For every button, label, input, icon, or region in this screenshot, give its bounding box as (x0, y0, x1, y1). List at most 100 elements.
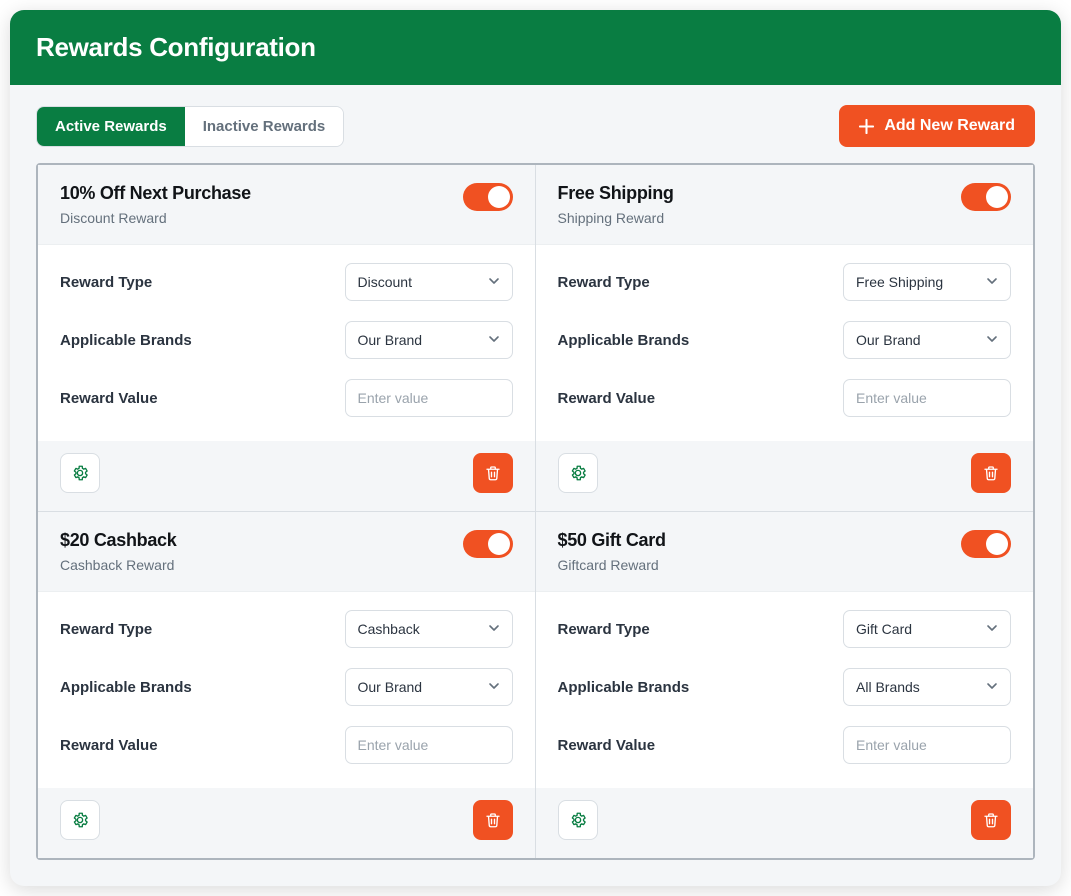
reward-delete-button[interactable] (971, 800, 1011, 840)
add-new-reward-button[interactable]: Add New Reward (839, 105, 1035, 147)
page-title: Rewards Configuration (36, 32, 1035, 63)
tab-active-rewards[interactable]: Active Rewards (37, 107, 185, 146)
reward-value-input-wrapper (843, 379, 1011, 417)
reward-value-input[interactable] (358, 390, 500, 406)
reward-title: Free Shipping (558, 183, 674, 204)
reward-delete-button[interactable] (473, 453, 513, 493)
reward-value-field: Reward Value (60, 716, 513, 774)
reward-card-header: Free Shipping Shipping Reward (536, 165, 1034, 245)
reward-value-input[interactable] (856, 390, 998, 406)
reward-type-value: Cashback (358, 621, 420, 637)
reward-type-value: Gift Card (856, 621, 912, 637)
chevron-down-icon (488, 332, 500, 348)
reward-settings-button[interactable] (558, 800, 598, 840)
reward-card: $20 Cashback Cashback Reward Reward Type… (38, 512, 536, 858)
reward-type-value: Discount (358, 274, 412, 290)
gear-icon (569, 464, 587, 482)
chevron-down-icon (488, 679, 500, 695)
reward-card-footer (38, 441, 535, 511)
reward-value-input[interactable] (856, 737, 998, 753)
reward-active-toggle[interactable] (463, 183, 513, 211)
reward-titles: Free Shipping Shipping Reward (558, 183, 674, 226)
trash-icon (982, 811, 1000, 829)
reward-type-label: Reward Type (60, 621, 152, 638)
reward-type-value: Free Shipping (856, 274, 943, 290)
reward-card-body: Reward Type Cashback Applicable Brands O… (38, 592, 535, 788)
reward-settings-button[interactable] (60, 453, 100, 493)
reward-value-input-wrapper (345, 726, 513, 764)
reward-delete-button[interactable] (971, 453, 1011, 493)
trash-icon (982, 464, 1000, 482)
reward-card-header: 10% Off Next Purchase Discount Reward (38, 165, 535, 245)
reward-card-header: $50 Gift Card Giftcard Reward (536, 512, 1034, 592)
reward-titles: $20 Cashback Cashback Reward (60, 530, 176, 573)
reward-title: 10% Off Next Purchase (60, 183, 251, 204)
applicable-brands-label: Applicable Brands (60, 332, 192, 349)
reward-card: $50 Gift Card Giftcard Reward Reward Typ… (536, 512, 1034, 858)
reward-value-input[interactable] (358, 737, 500, 753)
rewards-configuration-window: Rewards Configuration Active Rewards Ina… (10, 10, 1061, 886)
reward-title: $50 Gift Card (558, 530, 666, 551)
chevron-down-icon (986, 679, 998, 695)
gear-icon (71, 464, 89, 482)
reward-type-select[interactable]: Cashback (345, 610, 513, 648)
reward-type-field: Reward Type Gift Card (558, 600, 1012, 658)
applicable-brands-field: Applicable Brands Our Brand (60, 311, 513, 369)
reward-type-field: Reward Type Discount (60, 253, 513, 311)
chevron-down-icon (986, 332, 998, 348)
reward-active-toggle[interactable] (961, 183, 1011, 211)
applicable-brands-label: Applicable Brands (558, 679, 690, 696)
applicable-brands-select[interactable]: Our Brand (345, 668, 513, 706)
reward-type-select[interactable]: Free Shipping (843, 263, 1011, 301)
reward-type-field: Reward Type Cashback (60, 600, 513, 658)
reward-card-body: Reward Type Gift Card Applicable Brands … (536, 592, 1034, 788)
applicable-brands-value: Our Brand (856, 332, 921, 348)
reward-title: $20 Cashback (60, 530, 176, 551)
gear-icon (569, 811, 587, 829)
window-header: Rewards Configuration (10, 10, 1061, 85)
reward-value-label: Reward Value (60, 390, 158, 407)
reward-card-body: Reward Type Discount Applicable Brands O… (38, 245, 535, 441)
topbar: Active Rewards Inactive Rewards Add New … (10, 85, 1061, 163)
reward-card-footer (536, 788, 1034, 858)
applicable-brands-select[interactable]: All Brands (843, 668, 1011, 706)
applicable-brands-field: Applicable Brands Our Brand (60, 658, 513, 716)
rewards-grid: 10% Off Next Purchase Discount Reward Re… (36, 163, 1035, 860)
reward-active-toggle[interactable] (961, 530, 1011, 558)
reward-delete-button[interactable] (473, 800, 513, 840)
reward-value-label: Reward Value (558, 737, 656, 754)
reward-titles: 10% Off Next Purchase Discount Reward (60, 183, 251, 226)
applicable-brands-select[interactable]: Our Brand (345, 321, 513, 359)
tabs: Active Rewards Inactive Rewards (36, 106, 344, 147)
reward-subtitle: Shipping Reward (558, 210, 674, 226)
reward-type-select[interactable]: Gift Card (843, 610, 1011, 648)
chevron-down-icon (986, 274, 998, 290)
trash-icon (484, 464, 502, 482)
applicable-brands-value: Our Brand (358, 332, 423, 348)
reward-card-footer (536, 441, 1034, 511)
reward-value-field: Reward Value (60, 369, 513, 427)
reward-card-header: $20 Cashback Cashback Reward (38, 512, 535, 592)
reward-titles: $50 Gift Card Giftcard Reward (558, 530, 666, 573)
reward-active-toggle[interactable] (463, 530, 513, 558)
reward-value-input-wrapper (843, 726, 1011, 764)
reward-card: Free Shipping Shipping Reward Reward Typ… (536, 165, 1034, 512)
reward-card-body: Reward Type Free Shipping Applicable Bra… (536, 245, 1034, 441)
applicable-brands-value: All Brands (856, 679, 920, 695)
tab-inactive-rewards[interactable]: Inactive Rewards (185, 107, 344, 146)
chevron-down-icon (488, 621, 500, 637)
reward-type-select[interactable]: Discount (345, 263, 513, 301)
trash-icon (484, 811, 502, 829)
reward-card: 10% Off Next Purchase Discount Reward Re… (38, 165, 536, 512)
applicable-brands-label: Applicable Brands (60, 679, 192, 696)
chevron-down-icon (488, 274, 500, 290)
reward-type-field: Reward Type Free Shipping (558, 253, 1012, 311)
reward-settings-button[interactable] (60, 800, 100, 840)
reward-card-footer (38, 788, 535, 858)
applicable-brands-select[interactable]: Our Brand (843, 321, 1011, 359)
applicable-brands-label: Applicable Brands (558, 332, 690, 349)
reward-type-label: Reward Type (558, 274, 650, 291)
reward-settings-button[interactable] (558, 453, 598, 493)
reward-value-field: Reward Value (558, 369, 1012, 427)
reward-type-label: Reward Type (60, 274, 152, 291)
